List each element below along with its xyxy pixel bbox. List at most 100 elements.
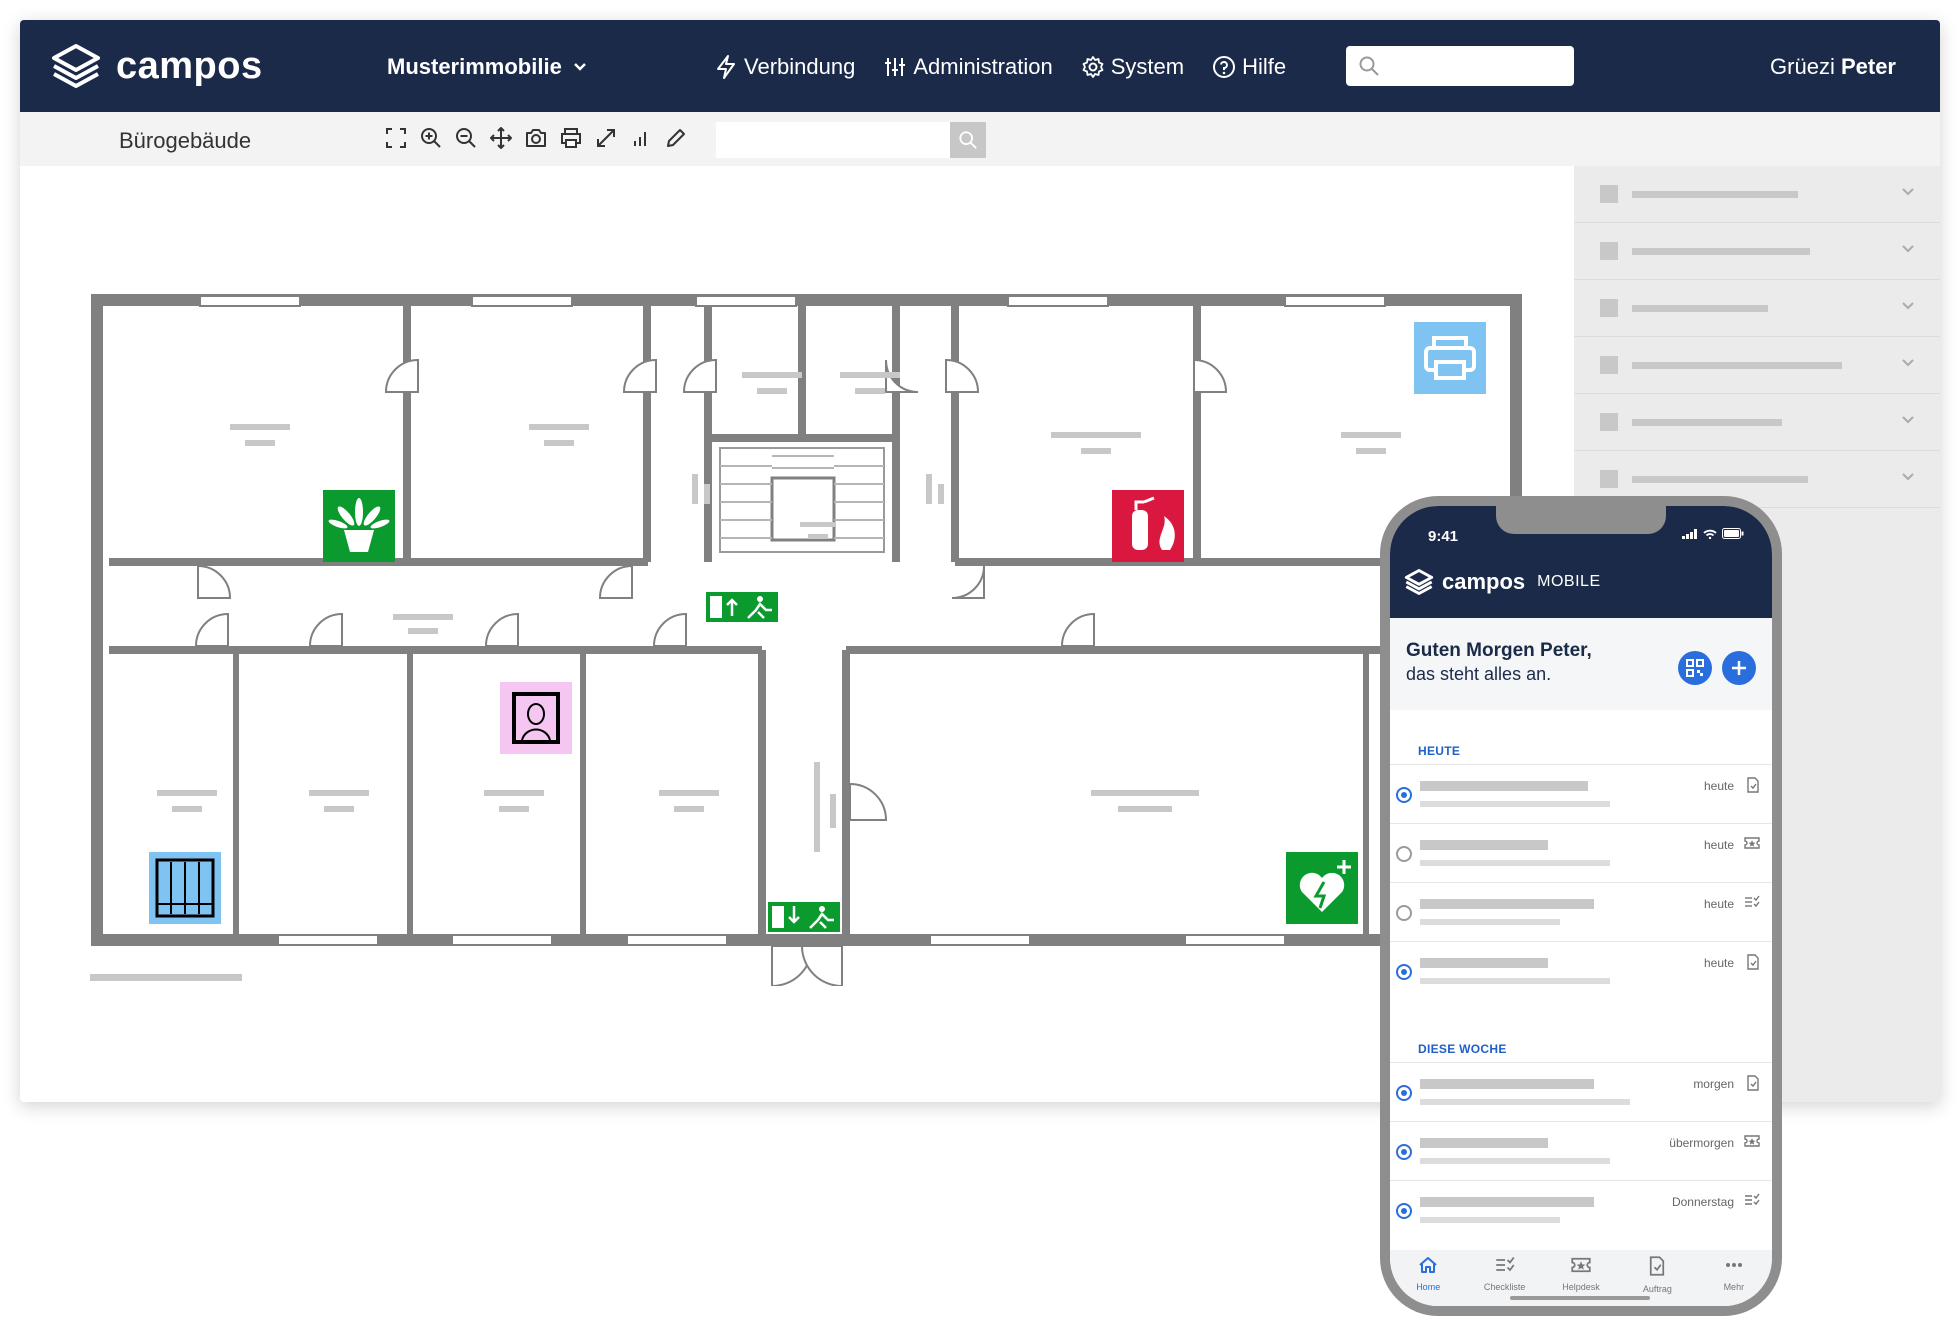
task-subtitle-placeholder bbox=[1420, 978, 1610, 984]
task-title-placeholder bbox=[1420, 1079, 1594, 1089]
add-button[interactable] bbox=[1722, 651, 1756, 685]
task-status-radio[interactable] bbox=[1396, 846, 1412, 862]
expand-button[interactable] bbox=[594, 126, 618, 150]
plus-icon bbox=[1732, 661, 1746, 675]
nav-label: Hilfe bbox=[1242, 54, 1287, 79]
panel-row-label-placeholder bbox=[1632, 304, 1768, 312]
global-search-input[interactable] bbox=[1346, 46, 1574, 86]
checklist-icon bbox=[1495, 1256, 1515, 1279]
qr-scan-button[interactable] bbox=[1678, 651, 1712, 685]
help-icon bbox=[1213, 56, 1236, 78]
print-icon bbox=[561, 128, 581, 148]
tab-mehr[interactable]: Mehr bbox=[1696, 1250, 1772, 1306]
tab-home[interactable]: Home bbox=[1390, 1250, 1466, 1306]
nav-label: System bbox=[1110, 54, 1185, 79]
task-status-radio[interactable] bbox=[1396, 1085, 1412, 1101]
nav-verbindung[interactable]: Verbindung bbox=[714, 54, 855, 80]
task-due: heute bbox=[1703, 897, 1734, 911]
print-button[interactable] bbox=[559, 126, 583, 150]
section-week-heading: DIESE WOCHE bbox=[1418, 1042, 1507, 1056]
panel-row[interactable] bbox=[1574, 394, 1940, 451]
panel-row-label-placeholder bbox=[1632, 475, 1808, 483]
zoom-in-button[interactable] bbox=[419, 126, 443, 150]
emergency-exit-symbol[interactable] bbox=[768, 902, 840, 932]
artwork-symbol[interactable] bbox=[500, 682, 572, 754]
checklist-icon bbox=[1744, 895, 1760, 914]
task-title-placeholder bbox=[1420, 840, 1548, 850]
zoom-out-button[interactable] bbox=[454, 126, 478, 150]
panel-row-icon bbox=[1600, 356, 1618, 374]
task-item[interactable]: Donnerstag bbox=[1390, 1180, 1772, 1239]
chevron-down-icon bbox=[1902, 359, 1914, 367]
task-item[interactable]: heute bbox=[1390, 764, 1772, 823]
pencil-icon bbox=[667, 129, 685, 147]
nav-administration[interactable]: Administration bbox=[883, 54, 1053, 80]
walls bbox=[91, 294, 1522, 946]
zoom-in-icon bbox=[421, 128, 441, 148]
greeting-card: Guten Morgen Peter, das steht alles an. bbox=[1390, 618, 1772, 710]
search-icon bbox=[959, 131, 977, 149]
campos-logo-icon bbox=[52, 44, 100, 88]
main-nav: Verbindung Administration System Hilfe bbox=[714, 54, 1286, 80]
panel-row-icon bbox=[1600, 299, 1618, 317]
user-greeting[interactable]: Grüezi Peter bbox=[1770, 54, 1896, 80]
chart-icon bbox=[634, 132, 646, 146]
task-subtitle-placeholder bbox=[1420, 1099, 1630, 1105]
panel-row[interactable] bbox=[1574, 337, 1940, 394]
campos-logo[interactable]: campos bbox=[50, 42, 263, 90]
floor-plan[interactable] bbox=[20, 166, 1574, 986]
task-due: heute bbox=[1703, 956, 1734, 970]
window-symbol[interactable] bbox=[149, 852, 221, 924]
chart-button[interactable] bbox=[629, 126, 653, 150]
panel-row[interactable] bbox=[1574, 280, 1940, 337]
nav-label: Verbindung bbox=[744, 54, 856, 79]
task-status-radio[interactable] bbox=[1396, 787, 1412, 803]
defibrillator-symbol[interactable] bbox=[1286, 852, 1358, 924]
task-item[interactable]: heute bbox=[1390, 882, 1772, 941]
property-selector[interactable]: Musterimmobilie bbox=[387, 54, 588, 80]
task-title-placeholder bbox=[1420, 1197, 1594, 1207]
staircase bbox=[719, 447, 885, 553]
status-time: 9:41 bbox=[1428, 528, 1459, 545]
map-search-input[interactable] bbox=[716, 122, 950, 158]
wifi-icon bbox=[1703, 529, 1717, 539]
task-list: HEUTE heute heute heute heute DIESE WOCHE m… bbox=[1390, 710, 1772, 1250]
camera-button[interactable] bbox=[524, 126, 548, 150]
map-search-button[interactable] bbox=[950, 122, 986, 158]
panel-row[interactable] bbox=[1574, 166, 1940, 223]
plant-symbol[interactable] bbox=[323, 490, 395, 562]
task-item[interactable]: übermorgen bbox=[1390, 1121, 1772, 1180]
ticket-icon bbox=[1571, 1256, 1591, 1279]
nav-system[interactable]: System bbox=[1081, 54, 1184, 80]
task-status-radio[interactable] bbox=[1396, 964, 1412, 980]
map-toolbar: Bürogebäude bbox=[20, 112, 1940, 166]
mobile-screen: 9:41 campos MOBILE Guten Morgen Peter, d… bbox=[1390, 506, 1772, 1306]
task-item[interactable]: heute bbox=[1390, 823, 1772, 882]
printer-symbol[interactable] bbox=[1414, 322, 1486, 394]
edit-button[interactable] bbox=[664, 126, 688, 150]
section-today-heading: HEUTE bbox=[1418, 744, 1461, 758]
tab-label: Mehr bbox=[1723, 1282, 1745, 1292]
more-icon bbox=[1724, 1256, 1744, 1279]
chevron-down-icon bbox=[1902, 302, 1914, 310]
task-due: übermorgen bbox=[1669, 1136, 1734, 1150]
move-button[interactable] bbox=[489, 126, 513, 150]
task-status-radio[interactable] bbox=[1396, 1203, 1412, 1219]
nav-label: Administration bbox=[913, 54, 1053, 79]
fullscreen-button[interactable] bbox=[384, 126, 408, 150]
panel-row[interactable] bbox=[1574, 223, 1940, 280]
sliders-icon bbox=[885, 58, 906, 76]
emergency-exit-symbol[interactable] bbox=[706, 592, 778, 622]
status-icons bbox=[1682, 528, 1744, 539]
nav-hilfe[interactable]: Hilfe bbox=[1212, 54, 1286, 80]
task-subtitle-placeholder bbox=[1420, 919, 1560, 925]
bolt-icon bbox=[717, 55, 735, 79]
home-indicator bbox=[1510, 1296, 1650, 1300]
fullscreen-icon bbox=[386, 128, 406, 148]
task-status-radio[interactable] bbox=[1396, 1144, 1412, 1160]
fire-extinguisher-symbol[interactable] bbox=[1112, 490, 1184, 562]
task-item[interactable]: heute bbox=[1390, 941, 1772, 1000]
chevron-down-icon bbox=[1902, 473, 1914, 481]
task-item[interactable]: morgen bbox=[1390, 1062, 1772, 1121]
task-status-radio[interactable] bbox=[1396, 905, 1412, 921]
